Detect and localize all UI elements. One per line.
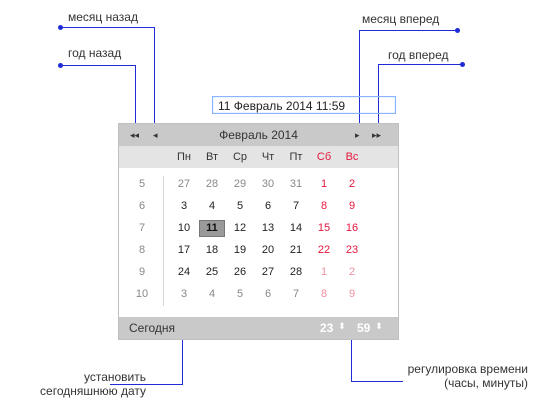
week-number: 7 [138, 222, 146, 234]
day-cell[interactable]: 24 [171, 264, 197, 281]
day-cell[interactable]: 28 [199, 176, 225, 193]
day-cell[interactable]: 9 [339, 286, 365, 303]
day-cell[interactable]: 6 [255, 198, 281, 215]
callout-line [378, 64, 379, 125]
callout-dot [58, 63, 63, 68]
day-cell[interactable]: 5 [227, 198, 253, 215]
annotation-year-back: год назад [68, 46, 122, 60]
calendar-header: ◂◂ ◂ Февраль 2014 ▸ ▸▸ [119, 124, 398, 146]
callout-line [359, 30, 457, 31]
week-number: 6 [138, 200, 146, 212]
callout-line [378, 64, 462, 65]
day-cell[interactable]: 3 [171, 286, 197, 303]
day-cell[interactable]: 30 [255, 176, 281, 193]
date-time-input[interactable]: 11 Февраль 2014 11:59 [212, 96, 396, 114]
day-cell[interactable]: 6 [255, 286, 281, 303]
selected-day-cell[interactable]: 11 [199, 220, 225, 237]
day-cell[interactable]: 15 [311, 220, 337, 237]
day-cell[interactable]: 9 [339, 198, 365, 215]
hours-value[interactable]: 23 [320, 321, 333, 335]
weekday-header-row: Пн Вт Ср Чт Пт Сб Вс [119, 146, 398, 168]
day-cell[interactable]: 26 [227, 264, 253, 281]
day-cell[interactable]: 27 [171, 176, 197, 193]
week-number: 8 [138, 244, 146, 256]
day-cell[interactable]: 8 [311, 286, 337, 303]
weekday-label: Чт [261, 151, 275, 163]
annotation-month-forward: месяц вперед [362, 12, 440, 26]
day-cell[interactable]: 29 [227, 176, 253, 193]
day-cell[interactable]: 23 [339, 242, 365, 259]
minutes-value[interactable]: 59 [357, 321, 370, 335]
day-cell[interactable]: 14 [283, 220, 309, 237]
year-forward-button[interactable]: ▸▸ [372, 129, 381, 141]
callout-line [110, 384, 183, 385]
week-number: 5 [138, 178, 146, 190]
callout-line [154, 27, 155, 125]
day-cell[interactable]: 10 [171, 220, 197, 237]
day-cell[interactable]: 7 [283, 286, 309, 303]
week-number: 10 [135, 288, 149, 300]
day-cell[interactable]: 4 [199, 286, 225, 303]
day-cell[interactable]: 18 [199, 242, 225, 259]
day-cell[interactable]: 2 [339, 264, 365, 281]
day-cell[interactable]: 4 [199, 198, 225, 215]
weekday-label: Вт [205, 151, 218, 163]
calendar-popup: ◂◂ ◂ Февраль 2014 ▸ ▸▸ Пн Вт Ср Чт Пт Сб… [118, 123, 399, 340]
annotation-year-forward: год вперед [388, 48, 449, 62]
day-cell[interactable]: 25 [199, 264, 225, 281]
weekday-label: Ср [232, 151, 248, 163]
callout-dot [460, 62, 465, 67]
annotation-time-adjust: регулировка времени (часы, минуты) [407, 362, 528, 390]
today-button[interactable]: Сегодня [129, 321, 175, 335]
week-number-divider [163, 176, 164, 306]
day-cell[interactable]: 21 [283, 242, 309, 259]
callout-dot [455, 28, 460, 33]
callout-line [351, 381, 403, 382]
day-cell[interactable]: 22 [311, 242, 337, 259]
week-number: 9 [138, 266, 146, 278]
day-cell[interactable]: 5 [227, 286, 253, 303]
day-cell[interactable]: 13 [255, 220, 281, 237]
day-cell[interactable]: 19 [227, 242, 253, 259]
day-cell[interactable]: 2 [339, 176, 365, 193]
day-cell[interactable]: 12 [227, 220, 253, 237]
day-cell[interactable]: 1 [311, 176, 337, 193]
annotation-month-back: месяц назад [68, 10, 138, 24]
day-cell[interactable]: 17 [171, 242, 197, 259]
callout-line [60, 27, 155, 28]
day-cell[interactable]: 1 [311, 264, 337, 281]
weekday-label: Пт [289, 151, 303, 163]
hours-spinner-icon[interactable]: ⬍ [338, 322, 346, 331]
weekday-label: Пн [177, 151, 191, 163]
day-cell[interactable]: 16 [339, 220, 365, 237]
callout-line [60, 65, 136, 66]
callout-dot [58, 25, 63, 30]
weekday-label: Сб [316, 151, 332, 163]
day-cell[interactable]: 28 [283, 264, 309, 281]
day-cell[interactable]: 20 [255, 242, 281, 259]
weekday-label: Вс [345, 151, 359, 163]
day-cell[interactable]: 7 [283, 198, 309, 215]
day-cell[interactable]: 27 [255, 264, 281, 281]
minutes-spinner-icon[interactable]: ⬍ [375, 322, 383, 331]
day-cell[interactable]: 31 [283, 176, 309, 193]
month-forward-button[interactable]: ▸ [355, 129, 360, 141]
calendar-footer: Сегодня 23 ⬍ 59 ⬍ [119, 317, 398, 339]
day-cell[interactable]: 8 [311, 198, 337, 215]
callout-line [135, 65, 136, 125]
day-cell[interactable]: 3 [171, 198, 197, 215]
